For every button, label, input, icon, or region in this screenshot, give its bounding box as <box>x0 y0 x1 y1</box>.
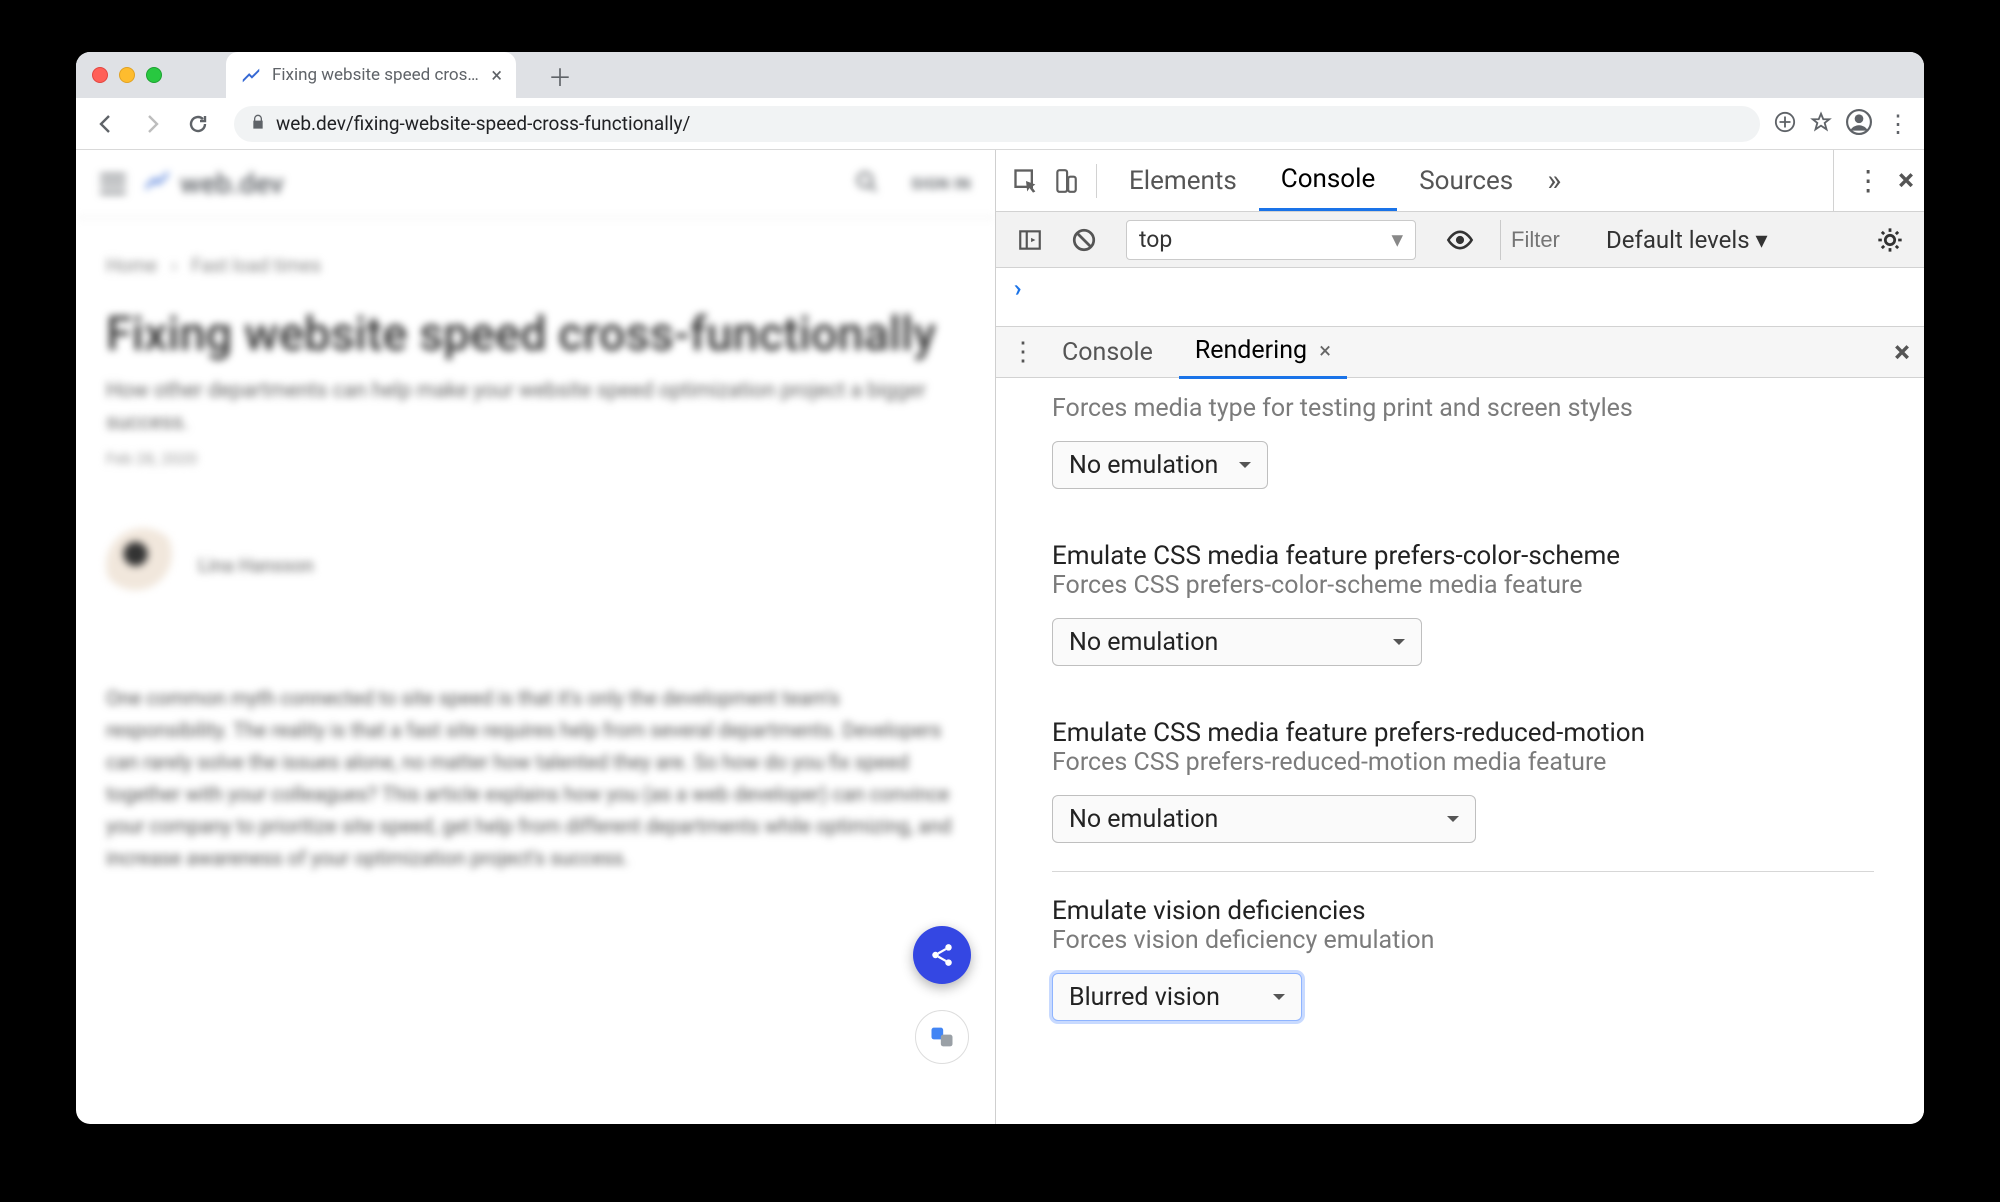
drawer-close-icon[interactable]: × <box>1894 335 1910 370</box>
page-body: Home › Fast load times Fixing website sp… <box>76 218 995 1124</box>
sign-in-link[interactable]: SIGN IN <box>911 174 971 193</box>
execution-context-select[interactable]: top ▾ <box>1126 220 1416 260</box>
section-vision-deficiencies: Emulate vision deficiencies Forces visio… <box>1052 871 1874 1049</box>
console-settings-icon[interactable] <box>1870 220 1910 260</box>
browser-tab-active[interactable]: Fixing website speed cross-fu × <box>226 52 516 98</box>
tab-console[interactable]: Console <box>1259 150 1397 211</box>
article-subtitle: How other departments can help make your… <box>106 376 965 439</box>
color-scheme-title: Emulate CSS media feature prefers-color-… <box>1052 541 1874 571</box>
content-split: web.dev SIGN IN Home › Fast load times F… <box>76 150 1924 1124</box>
color-scheme-value: No emulation <box>1069 628 1218 657</box>
window-close-button[interactable] <box>92 67 108 83</box>
chrome-menu-icon[interactable]: ⋮ <box>1886 110 1910 138</box>
media-type-select[interactable]: No emulation <box>1052 441 1268 489</box>
console-prompt-icon: › <box>1012 274 1023 303</box>
site-logo-text: web.dev <box>180 167 284 200</box>
language-fab[interactable] <box>915 1010 969 1064</box>
new-tab-button[interactable]: ＋ <box>548 58 572 93</box>
drawer-tab-close-icon[interactable]: × <box>1319 339 1331 364</box>
color-scheme-desc: Forces CSS prefers-color-scheme media fe… <box>1052 571 1874 600</box>
vision-title: Emulate vision deficiencies <box>1052 896 1874 926</box>
chevron-down-icon <box>1447 816 1459 828</box>
article-author[interactable]: Lina Hansson <box>106 528 965 602</box>
article-title: Fixing website speed cross-functionally <box>106 307 965 362</box>
drawer-menu-icon[interactable]: ⋮ <box>1010 337 1036 367</box>
tab-favicon-webdev <box>240 64 262 86</box>
nav-back-button[interactable] <box>90 108 122 140</box>
devtools-menu-icon[interactable]: ⋮ <box>1854 164 1882 197</box>
nav-reload-button[interactable] <box>182 108 214 140</box>
chevron-down-icon <box>1273 994 1285 1006</box>
rendering-panel: Forces media type for testing print and … <box>996 378 1924 1124</box>
author-avatar <box>106 528 180 602</box>
article-intro-paragraph: One common myth connected to site speed … <box>106 682 965 874</box>
media-type-value: No emulation <box>1069 451 1218 480</box>
page-header: web.dev SIGN IN <box>76 150 995 218</box>
article-date: Feb 28, 2020 <box>106 449 965 468</box>
site-logo[interactable]: web.dev <box>142 165 284 202</box>
console-output-area[interactable]: › <box>996 268 1924 326</box>
nav-forward-button[interactable] <box>136 108 168 140</box>
lock-icon <box>250 112 266 135</box>
address-bar[interactable]: web.dev/fixing-website-speed-cross-funct… <box>234 106 1760 142</box>
chevron-down-icon <box>1239 462 1251 474</box>
tabs-overflow-icon[interactable]: » <box>1535 163 1573 198</box>
live-expression-icon[interactable] <box>1440 220 1480 260</box>
console-sidebar-toggle-icon[interactable] <box>1010 220 1050 260</box>
tab-title: Fixing website speed cross-fu <box>272 65 481 85</box>
inspect-element-icon[interactable] <box>1006 161 1046 201</box>
translate-icon <box>928 1023 956 1051</box>
tab-elements[interactable]: Elements <box>1107 152 1259 210</box>
tab-close-icon[interactable]: × <box>491 63 502 87</box>
drawer-tab-rendering[interactable]: Rendering × <box>1179 325 1347 379</box>
site-search-icon[interactable] <box>855 170 879 198</box>
media-type-desc: Forces media type for testing print and … <box>1052 394 1874 423</box>
vision-desc: Forces vision deficiency emulation <box>1052 926 1874 955</box>
profile-avatar-icon[interactable] <box>1846 109 1872 139</box>
devtools-close-icon[interactable]: × <box>1898 163 1914 198</box>
menu-icon[interactable] <box>100 174 126 194</box>
tab-sources[interactable]: Sources <box>1397 152 1535 210</box>
vision-deficiency-value: Blurred vision <box>1069 983 1220 1012</box>
window-minimize-button[interactable] <box>119 67 135 83</box>
window-titlebar: Fixing website speed cross-fu × ＋ <box>76 52 1924 98</box>
author-name: Lina Hansson <box>198 554 314 577</box>
share-icon <box>929 942 955 968</box>
log-levels-select[interactable]: Default levels ▾ <box>1598 226 1776 254</box>
vision-deficiency-select[interactable]: Blurred vision <box>1052 973 1302 1021</box>
console-toolbar: top ▾ Default levels ▾ <box>996 212 1924 268</box>
chevron-down-icon <box>1393 639 1405 651</box>
devtools-main-tabbar: Elements Console Sources » ⋮ × <box>996 150 1924 212</box>
console-filter-input[interactable] <box>1500 220 1584 260</box>
section-emulate-media-type: Forces media type for testing print and … <box>1052 394 1874 517</box>
breadcrumb[interactable]: Home › Fast load times <box>106 254 965 277</box>
rendered-page: web.dev SIGN IN Home › Fast load times F… <box>76 150 996 1124</box>
reduced-motion-select[interactable]: No emulation <box>1052 795 1476 843</box>
url-text: web.dev/fixing-website-speed-cross-funct… <box>276 112 690 135</box>
macos-traffic-lights <box>92 67 162 83</box>
reduced-motion-title: Emulate CSS media feature prefers-reduce… <box>1052 718 1874 748</box>
browser-toolbar: web.dev/fixing-website-speed-cross-funct… <box>76 98 1924 150</box>
chevron-down-icon: ▾ <box>1391 226 1403 253</box>
toggle-device-toolbar-icon[interactable] <box>1046 161 1086 201</box>
browser-window: Fixing website speed cross-fu × ＋ web.de… <box>76 52 1924 1124</box>
execution-context-value: top <box>1139 226 1172 253</box>
reduced-motion-value: No emulation <box>1069 805 1218 834</box>
clear-console-icon[interactable] <box>1064 220 1104 260</box>
window-zoom-button[interactable] <box>146 67 162 83</box>
section-prefers-reduced-motion: Emulate CSS media feature prefers-reduce… <box>1052 694 1874 871</box>
color-scheme-select[interactable]: No emulation <box>1052 618 1422 666</box>
reduced-motion-desc: Forces CSS prefers-reduced-motion media … <box>1052 748 1874 777</box>
bookmark-star-icon[interactable] <box>1810 111 1832 137</box>
drawer-tab-console[interactable]: Console <box>1046 327 1169 378</box>
devtools-drawer-tabbar: ⋮ Console Rendering × × <box>996 326 1924 378</box>
section-prefers-color-scheme: Emulate CSS media feature prefers-color-… <box>1052 517 1874 694</box>
share-fab[interactable] <box>913 926 971 984</box>
install-pwa-icon[interactable] <box>1774 111 1796 137</box>
webdev-mark-icon <box>142 165 172 202</box>
devtools-panel: Elements Console Sources » ⋮ × <box>996 150 1924 1124</box>
